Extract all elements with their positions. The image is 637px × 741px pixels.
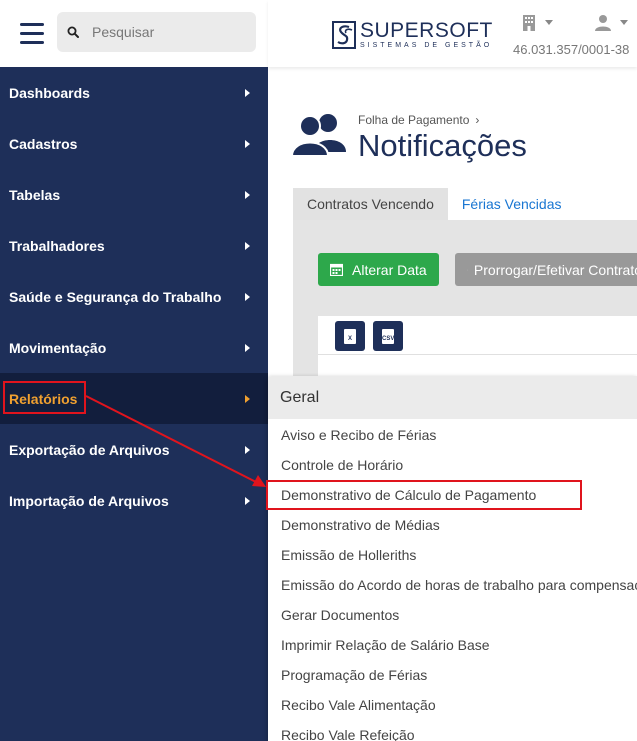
sidebar-item-tabelas[interactable]: Tabelas [0,169,268,220]
page-title: Notificações [358,128,527,163]
logo-mark-icon [332,21,356,49]
building-icon [523,15,535,31]
search-box[interactable] [57,12,256,52]
top-header: SUPERSOFT SISTEMAS DE GESTÃO 46.031.357/… [268,0,637,67]
chevron-right-icon [245,88,250,97]
chevron-right-icon [245,496,250,505]
sidebar-item-label: Exportação de Arquivos [9,441,170,458]
relatorios-submenu: Geral Aviso e Recibo de Férias Controle … [268,376,637,741]
sidebar-item-cadastros[interactable]: Cadastros [0,118,268,169]
sidebar-item-label: Dashboards [9,84,90,101]
submenu-item-emissao-acordo-horas[interactable]: Emissão do Acordo de horas de trabalho p… [268,570,637,600]
search-icon [67,26,79,38]
check-icon [467,269,468,270]
logo-tagline: SISTEMAS DE GESTÃO [360,41,493,49]
chevron-right-icon [245,394,250,403]
hamburger-menu-icon[interactable] [20,23,44,45]
alterar-data-label: Alterar Data [352,261,427,278]
annotation-highlight-relatorios [3,381,86,414]
chevron-right-icon [245,343,250,352]
calendar-icon [330,263,343,276]
sidebar-item-movimentacao[interactable]: Movimentação [0,322,268,373]
sidebar-item-label: Tabelas [9,186,61,203]
submenu-item-vale-refeicao[interactable]: Recibo Vale Refeição [268,720,637,741]
csv-file-icon: CSV [382,328,395,344]
sidebar-item-trabalhadores[interactable]: Trabalhadores [0,220,268,271]
caret-down-icon [545,20,553,25]
submenu-list: Aviso e Recibo de Férias Controle de Hor… [268,419,637,741]
excel-file-icon-label: X [347,335,352,342]
sidebar-item-saude-seguranca[interactable]: Saúde e Segurança do Trabalho [0,271,268,322]
chevron-right-icon: › [475,113,480,127]
submenu-item-emissao-holleriths[interactable]: Emissão de Holleriths [268,540,637,570]
prorrogar-efetivar-label: Prorrogar/Efetivar Contratos [473,261,637,278]
sidebar-item-label: Trabalhadores [9,237,105,254]
sidebar-item-dashboards[interactable]: Dashboards [0,67,268,118]
csv-file-icon-label: CSV [382,335,395,342]
submenu-item-relacao-salario-base[interactable]: Imprimir Relação de Salário Base [268,630,637,660]
tab-bar: Contratos Vencendo Férias Vencidas [293,188,575,220]
chevron-right-icon [245,190,250,199]
sidebar-item-importacao[interactable]: Importação de Arquivos [0,475,268,526]
prorrogar-efetivar-button[interactable]: Prorrogar/Efetivar Contratos [455,253,637,286]
submenu-heading: Geral [268,376,637,419]
annotation-highlight-demonstrativo [266,480,582,510]
chevron-right-icon [245,292,250,301]
breadcrumb: Folha de Pagamento › [358,113,479,127]
data-table [318,316,637,376]
sidebar: Dashboards Cadastros Tabelas Trabalhador… [0,0,268,741]
alterar-data-button[interactable]: Alterar Data [318,253,439,286]
export-csv-button[interactable]: CSV [373,321,403,351]
sidebar-item-label: Cadastros [9,135,78,152]
chevron-right-icon [245,445,250,454]
users-icon [292,114,346,156]
submenu-item-aviso-recibo-ferias[interactable]: Aviso e Recibo de Férias [268,420,637,450]
sidebar-header [0,0,268,67]
chevron-right-icon [245,139,250,148]
sidebar-item-label: Movimentação [9,339,107,356]
company-selector[interactable] [522,14,553,31]
search-input[interactable] [90,23,244,41]
submenu-item-programacao-ferias[interactable]: Programação de Férias [268,660,637,690]
sidebar-item-exportacao[interactable]: Exportação de Arquivos [0,424,268,475]
tab-contratos-vencendo[interactable]: Contratos Vencendo [293,188,448,220]
user-menu[interactable] [595,14,628,31]
breadcrumb-item[interactable]: Folha de Pagamento [358,113,469,127]
submenu-item-gerar-documentos[interactable]: Gerar Documentos [268,600,637,630]
chevron-right-icon [245,241,250,250]
sidebar-menu: Dashboards Cadastros Tabelas Trabalhador… [0,67,268,526]
caret-down-icon [620,20,628,25]
sidebar-item-label: Saúde e Segurança do Trabalho [9,288,222,305]
tab-ferias-vencidas[interactable]: Férias Vencidas [448,188,576,220]
submenu-item-demonstrativo-medias[interactable]: Demonstrativo de Médias [268,510,637,540]
logo-name: SUPERSOFT [360,18,493,42]
supersoft-logo[interactable]: SUPERSOFT SISTEMAS DE GESTÃO [332,18,493,52]
excel-file-icon: X [344,328,356,344]
user-icon [595,15,611,31]
submenu-item-controle-horario[interactable]: Controle de Horário [268,450,637,480]
sidebar-item-label: Importação de Arquivos [9,492,169,509]
export-excel-button[interactable]: X [335,321,365,351]
submenu-item-vale-alimentacao[interactable]: Recibo Vale Alimentação [268,690,637,720]
company-cnpj: 46.031.357/0001-38 [513,42,630,57]
